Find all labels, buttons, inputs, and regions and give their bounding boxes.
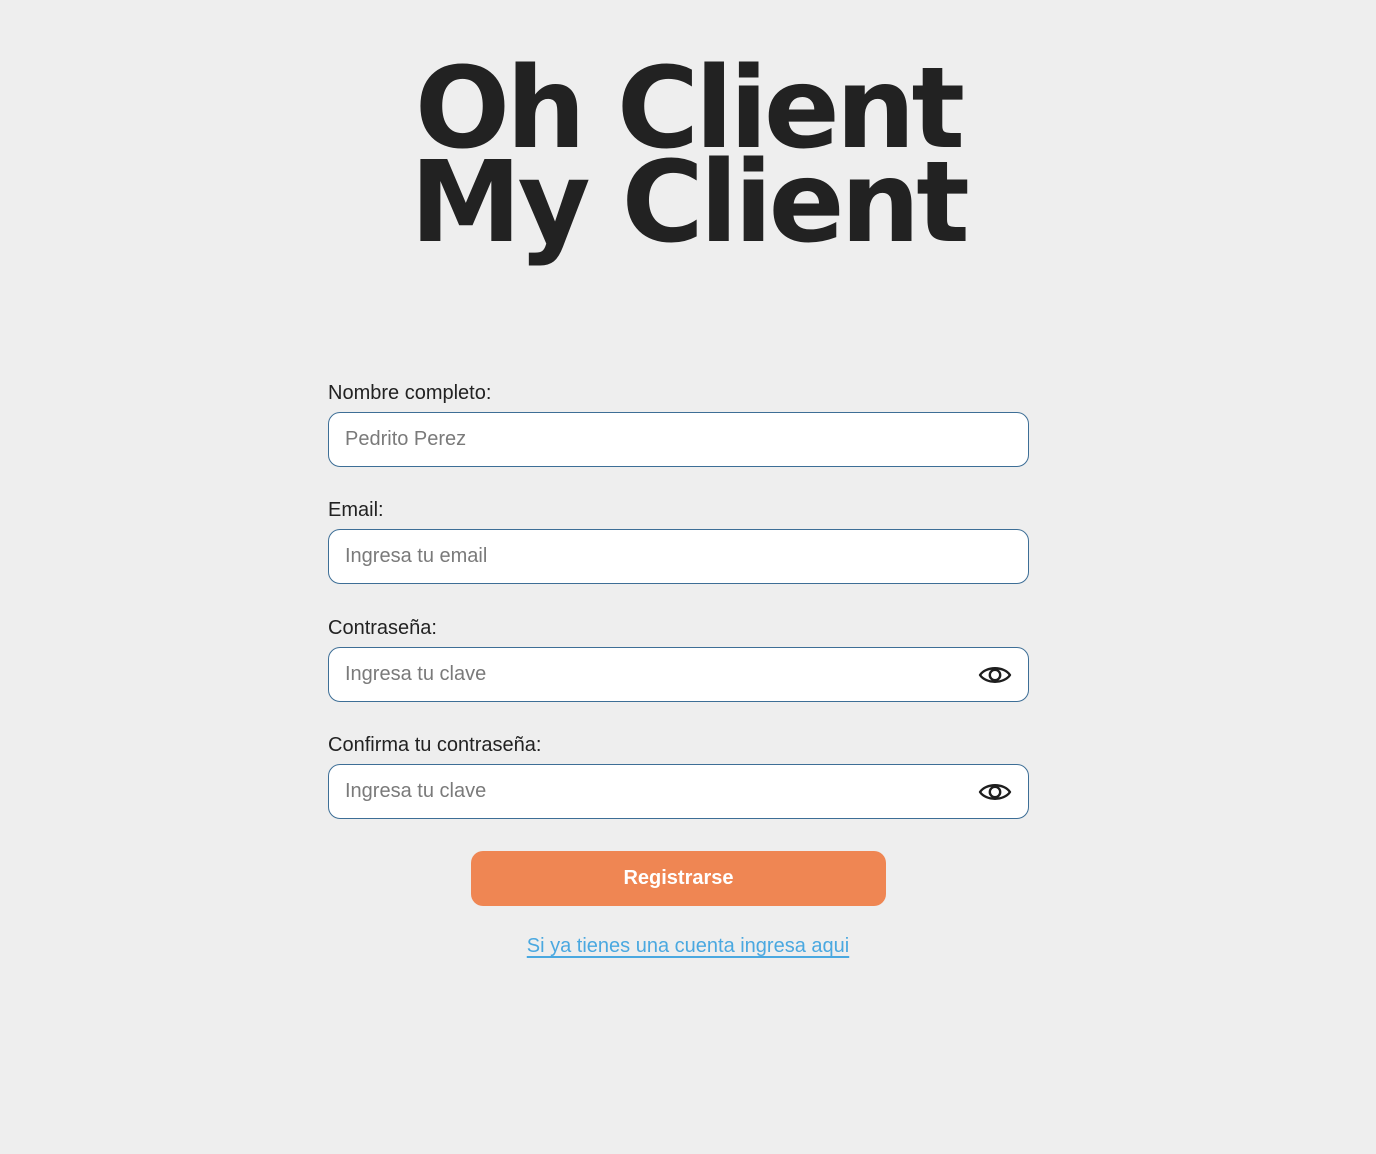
login-link[interactable]: Si ya tienes una cuenta ingresa aqui [0,935,1376,958]
logo-line-2: My Client [410,138,970,268]
password-input[interactable] [345,648,965,701]
confirm-password-input[interactable] [345,765,965,818]
eye-icon[interactable] [978,662,1012,688]
email-input[interactable] [345,530,965,583]
email-label: Email: [328,499,384,521]
app-logo: Oh Client My Client [0,53,1376,268]
confirm-password-field-container [328,764,1029,819]
email-field-container [328,529,1029,584]
name-label: Nombre completo: [328,382,492,404]
register-button[interactable]: Registrarse [471,851,886,906]
name-input[interactable] [345,413,965,466]
password-field-container [328,647,1029,702]
password-label: Contraseña: [328,617,437,639]
confirm-password-label: Confirma tu contraseña: [328,734,542,756]
eye-icon[interactable] [978,779,1012,805]
name-field-container [328,412,1029,467]
